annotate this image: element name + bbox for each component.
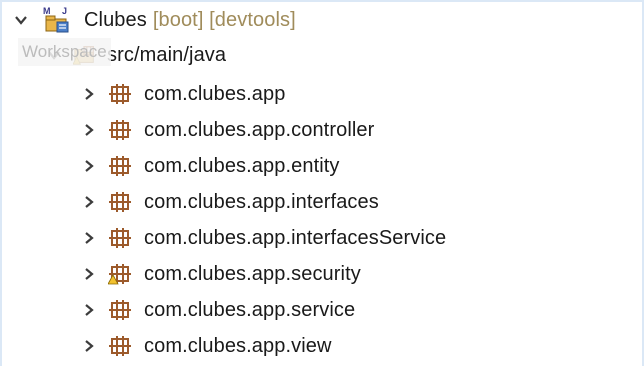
package-node[interactable]: com.clubes.app.service: [82, 292, 355, 328]
package-explorer-tree: M J Clubes [boot] [devtools] Workspace s…: [2, 2, 642, 366]
java-project-icon: M J: [40, 6, 72, 33]
package-label: com.clubes.app.interfacesService: [144, 226, 447, 249]
package-node[interactable]: com.clubes.app.view: [82, 328, 332, 364]
chevron-right-icon[interactable]: [82, 228, 96, 248]
project-badge-j: J: [62, 6, 67, 16]
project-badge-m: M: [43, 6, 51, 16]
package-icon: [108, 154, 132, 178]
chevron-right-icon[interactable]: [82, 84, 96, 104]
package-label: com.clubes.app.interfaces: [144, 190, 379, 213]
package-icon: [108, 262, 132, 286]
source-folder-label: src/main/java: [107, 43, 227, 66]
package-label: com.clubes.app.controller: [144, 118, 375, 141]
package-node[interactable]: com.clubes.app.interfacesService: [82, 220, 446, 256]
package-label: com.clubes.app.security: [144, 262, 361, 285]
package-label: com.clubes.app.service: [144, 298, 356, 321]
package-icon: [108, 334, 132, 358]
package-node[interactable]: com.clubes.app.security: [82, 256, 361, 292]
chevron-down-icon[interactable]: [14, 10, 28, 30]
chevron-right-icon[interactable]: [82, 264, 96, 284]
package-icon: [108, 82, 132, 106]
chevron-right-icon[interactable]: [82, 300, 96, 320]
chevron-right-icon[interactable]: [82, 192, 96, 212]
package-node[interactable]: com.clubes.app.interfaces: [82, 184, 379, 220]
project-node[interactable]: M J Clubes [boot] [devtools]: [14, 2, 296, 38]
workspace-tooltip: Workspace: [18, 38, 111, 66]
project-name: Clubes: [84, 8, 147, 31]
chevron-right-icon[interactable]: [82, 156, 96, 176]
package-icon: [108, 190, 132, 214]
package-icon: [108, 118, 132, 142]
package-label: com.clubes.app.entity: [144, 154, 340, 177]
package-icon: [108, 298, 132, 322]
package-node[interactable]: com.clubes.app.entity: [82, 148, 340, 184]
package-icon: [108, 226, 132, 250]
project-decorations: [boot] [devtools]: [152, 8, 296, 31]
package-label: com.clubes.app: [144, 82, 286, 105]
package-label: com.clubes.app.view: [144, 334, 332, 357]
package-node[interactable]: com.clubes.app: [82, 76, 285, 112]
chevron-right-icon[interactable]: [82, 120, 96, 140]
chevron-right-icon[interactable]: [82, 336, 96, 356]
package-node[interactable]: com.clubes.app.controller: [82, 112, 374, 148]
